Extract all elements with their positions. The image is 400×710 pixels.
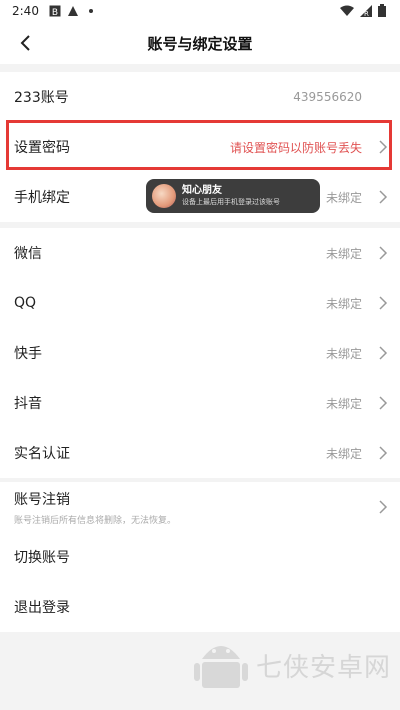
kuaishou-label: 快手 — [14, 346, 42, 362]
logout-label: 退出登录 — [14, 600, 70, 616]
cancel-account-subtitle: 账号注销后所有信息将删除，无法恢复。 — [14, 515, 177, 526]
real-name-value: 未绑定 — [325, 446, 362, 461]
chevron-right-icon — [379, 140, 388, 154]
douyin-label: 抖音 — [14, 396, 42, 412]
kuaishou-row[interactable]: 快手 未绑定 — [0, 328, 400, 378]
wechat-value: 未绑定 — [325, 246, 362, 261]
set-password-label: 设置密码 — [14, 140, 70, 156]
toast-subtitle: 设备上最后用手机登录过该账号 — [182, 198, 280, 206]
chevron-right-icon — [379, 190, 388, 204]
real-name-row[interactable]: 实名认证 未绑定 — [0, 428, 400, 478]
wechat-label: 微信 — [14, 246, 42, 262]
account-id-label: 233账号 — [14, 90, 69, 106]
back-button[interactable] — [10, 28, 40, 58]
qq-label: QQ — [14, 295, 37, 311]
switch-account-row[interactable]: 切换账号 — [0, 532, 400, 582]
signal-icon: R — [360, 4, 372, 20]
page-title: 账号与绑定设置 — [147, 34, 253, 53]
wechat-row[interactable]: 微信 未绑定 — [0, 228, 400, 278]
nav-bar: 账号与绑定设置 — [0, 22, 400, 64]
status-bar: 2:40 B R — [0, 0, 400, 22]
phone-binding-value: 未绑定 — [325, 190, 362, 205]
chevron-right-icon — [379, 346, 388, 360]
set-password-row[interactable]: 设置密码 请设置密码以防账号丢失 — [0, 122, 400, 172]
svg-text:R: R — [364, 10, 369, 17]
android-robot-icon — [194, 646, 248, 688]
warning-icon — [67, 5, 79, 17]
bindings-group: 微信 未绑定 QQ 未绑定 快手 未绑定 抖音 未绑定 实名认证 未绑定 — [0, 228, 400, 478]
watermark: 七侠安卓网 — [192, 630, 400, 700]
chevron-right-icon — [379, 246, 388, 260]
svg-text:B: B — [52, 8, 58, 17]
chevron-left-icon — [20, 35, 30, 51]
watermark-text: 七侠安卓网 — [256, 652, 392, 683]
kuaishou-value: 未绑定 — [325, 346, 362, 361]
phone-binding-label: 手机绑定 — [14, 190, 70, 206]
chevron-right-icon — [379, 500, 388, 514]
alert-icon: B — [49, 5, 61, 17]
status-time: 2:40 — [12, 4, 39, 18]
account-actions-group: 账号注销 账号注销后所有信息将删除，无法恢复。 切换账号 退出登录 — [0, 482, 400, 632]
qq-value: 未绑定 — [325, 296, 362, 311]
wifi-icon — [340, 5, 354, 20]
account-id-value: 439556620 — [293, 90, 362, 104]
set-password-hint: 请设置密码以防账号丢失 — [229, 140, 362, 155]
chevron-right-icon — [379, 396, 388, 410]
battery-icon — [378, 4, 386, 20]
real-name-label: 实名认证 — [14, 446, 70, 462]
account-toast: 知心朋友 设备上最后用手机登录过该账号 — [146, 179, 320, 213]
douyin-row[interactable]: 抖音 未绑定 — [0, 378, 400, 428]
cancel-account-row[interactable]: 账号注销 账号注销后所有信息将删除，无法恢复。 — [0, 482, 400, 532]
toast-title: 知心朋友 — [182, 185, 222, 196]
logout-row[interactable]: 退出登录 — [0, 582, 400, 632]
account-id-row: 233账号 439556620 — [0, 72, 400, 122]
dot-icon — [85, 5, 97, 17]
avatar — [152, 184, 176, 208]
qq-row[interactable]: QQ 未绑定 — [0, 278, 400, 328]
chevron-right-icon — [379, 296, 388, 310]
chevron-right-icon — [379, 446, 388, 460]
switch-account-label: 切换账号 — [14, 550, 70, 566]
douyin-value: 未绑定 — [325, 396, 362, 411]
cancel-account-label: 账号注销 — [14, 491, 70, 508]
